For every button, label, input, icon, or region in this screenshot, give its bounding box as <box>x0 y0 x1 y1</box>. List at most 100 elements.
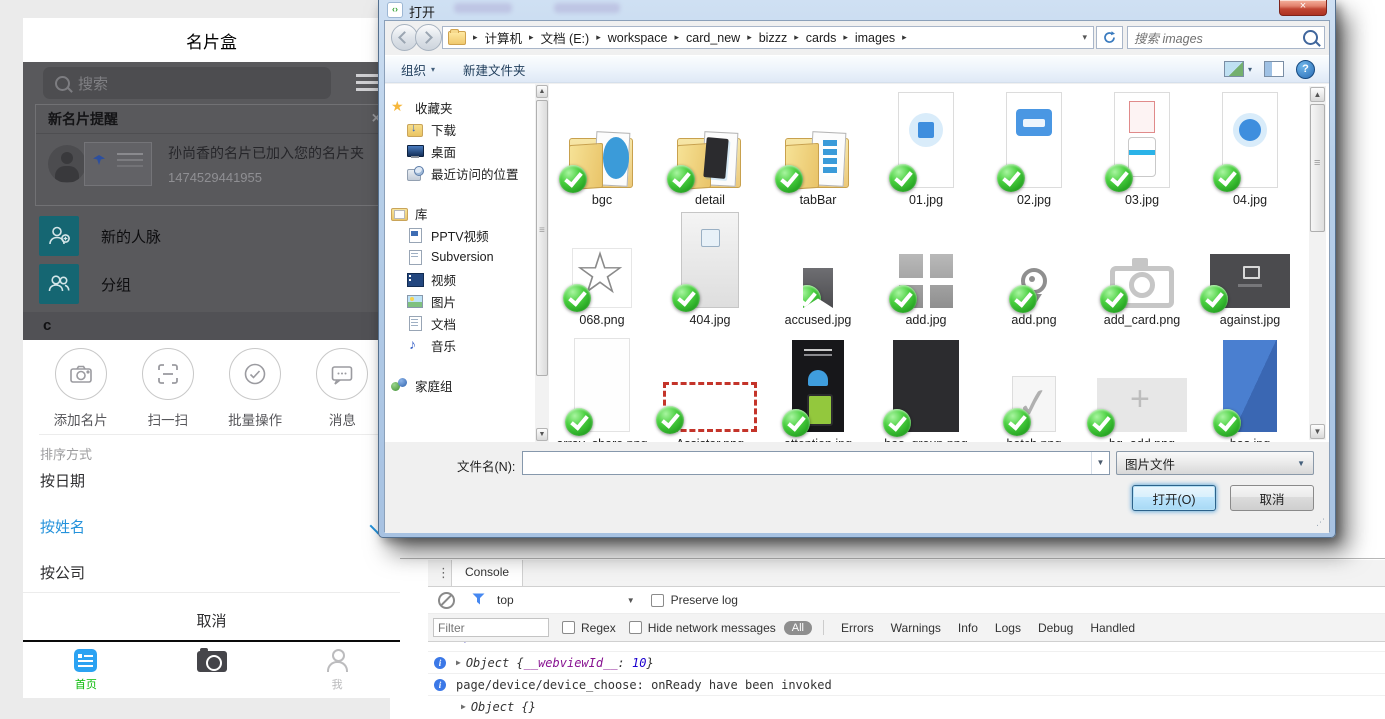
breadcrumb-item[interactable]: bizzz <box>759 31 787 45</box>
tab-camera[interactable] <box>149 642 275 698</box>
console-message-object[interactable]: i ▶ Object {__webviewId__: 10} <box>428 652 1385 674</box>
batch-action[interactable]: 批量操作 <box>217 348 293 429</box>
sidebar-item[interactable]: Subversion <box>391 246 533 268</box>
regex-checkbox[interactable] <box>562 621 575 634</box>
sort-option-date[interactable]: 按日期 <box>40 470 85 491</box>
file-tile[interactable]: accused.jpg <box>768 216 868 327</box>
console-message-onready[interactable]: i page/device/device_choose: onReady hav… <box>428 674 1385 696</box>
notice-body[interactable]: 孙尚香的名片已加入您的名片夹 1474529441955 <box>36 134 393 194</box>
file-tile[interactable]: 404.jpg <box>660 216 760 327</box>
filetype-select[interactable]: 图片文件 ▼ <box>1116 451 1314 475</box>
menu-item-groups[interactable]: 分组 <box>39 262 400 306</box>
breadcrumb-item[interactable]: 文档 (E:) <box>541 28 590 47</box>
execution-context-select[interactable]: top <box>497 593 514 607</box>
file-tile[interactable]: 068.png <box>552 216 652 327</box>
hide-network-checkbox[interactable] <box>629 621 642 634</box>
console-level-info[interactable]: Info <box>958 621 978 635</box>
cancel-button[interactable]: 取消 <box>23 610 400 631</box>
regex-label[interactable]: Regex <box>581 621 616 635</box>
breadcrumb-item[interactable]: 计算机 <box>485 28 523 47</box>
file-tile[interactable]: add.png <box>984 216 1084 327</box>
scroll-down-icon[interactable]: ▼ <box>1310 424 1325 439</box>
filename-input[interactable] <box>525 453 1084 474</box>
file-tile[interactable]: tabBar <box>768 92 868 207</box>
close-button[interactable]: × <box>1279 0 1327 16</box>
console-level-logs[interactable]: Logs <box>995 621 1021 635</box>
dialog-search-box[interactable]: 搜索 images <box>1127 26 1325 49</box>
file-tile[interactable]: bg_add.png <box>1092 340 1192 442</box>
file-tile[interactable]: attention.jpg <box>768 340 868 442</box>
sidebar-item[interactable]: 家庭组 <box>391 374 533 396</box>
help-icon[interactable]: ? <box>1296 60 1315 79</box>
breadcrumb-item[interactable]: card_new <box>686 31 740 45</box>
breadcrumb-dropdown-icon[interactable]: ▾ <box>1082 32 1087 43</box>
file-tile[interactable]: Assistor.png <box>660 340 760 442</box>
file-tile[interactable]: bas.jpg <box>1200 340 1300 442</box>
console-level-handled[interactable]: Handled <box>1090 621 1135 635</box>
sidebar-item[interactable]: 收藏夹 <box>391 96 533 118</box>
messages-action[interactable]: 消息 <box>304 348 380 429</box>
file-tile[interactable]: array_share.png <box>552 340 652 442</box>
breadcrumb-item[interactable]: images <box>855 31 895 45</box>
organize-button[interactable]: 组织 ▾ <box>401 60 435 79</box>
file-tile[interactable]: 01.jpg <box>876 92 976 207</box>
file-tile[interactable]: against.jpg <box>1200 216 1300 327</box>
file-tile[interactable]: bgc <box>552 92 652 207</box>
tab-me[interactable]: 我 <box>274 642 400 698</box>
new-folder-button[interactable]: 新建文件夹 <box>463 60 526 79</box>
sidebar-item[interactable]: 库 <box>391 202 533 224</box>
filter-input[interactable] <box>433 618 549 637</box>
file-tile[interactable]: 02.jpg <box>984 92 1084 207</box>
expand-triangle-icon[interactable]: ▶ <box>461 702 466 711</box>
clear-console-icon[interactable] <box>438 592 455 609</box>
sidebar-scrollbar[interactable]: ▲ ▼ <box>535 84 549 442</box>
forward-button[interactable] <box>415 24 442 51</box>
sidebar-item[interactable]: 视频 <box>391 268 533 290</box>
preserve-log-label[interactable]: Preserve log <box>671 593 738 607</box>
file-tile[interactable]: batch.png <box>984 340 1084 442</box>
console-level-errors[interactable]: Errors <box>841 621 874 635</box>
hide-network-label[interactable]: Hide network messages <box>648 621 776 635</box>
chevron-down-icon[interactable]: ▼ <box>627 596 635 605</box>
file-tile[interactable]: bas_group.png <box>876 340 976 442</box>
sidebar-item[interactable]: 文档 <box>391 312 533 334</box>
file-grid-scrollbar[interactable]: ▲ ▼ <box>1309 86 1326 440</box>
file-tile[interactable]: detail <box>660 92 760 207</box>
scroll-down-icon[interactable]: ▼ <box>536 428 548 441</box>
preview-pane-button[interactable] <box>1264 61 1284 77</box>
tab-console[interactable]: Console <box>451 560 523 586</box>
sidebar-item[interactable]: PPTV视频 <box>391 224 533 246</box>
file-tile[interactable]: 04.jpg <box>1200 92 1300 207</box>
sidebar-item[interactable]: 最近访问的位置 <box>391 162 533 184</box>
combo-dropdown-icon[interactable]: ▼ <box>1091 452 1109 474</box>
search-input[interactable]: 搜索 <box>43 67 331 99</box>
back-button[interactable] <box>391 24 418 51</box>
breadcrumb-item[interactable]: workspace <box>608 31 668 45</box>
open-button[interactable]: 打开(O) <box>1132 485 1216 511</box>
scrollbar-thumb[interactable] <box>1310 104 1325 232</box>
sidebar-item[interactable]: 桌面 <box>391 140 533 162</box>
add-card-action[interactable]: 添加名片 <box>43 348 119 429</box>
sort-option-name[interactable]: 按姓名 <box>40 516 85 537</box>
console-level-all[interactable]: All <box>784 621 812 635</box>
console-message-empty-object[interactable]: ▶ Object {} <box>428 696 1385 717</box>
breadcrumb-bar[interactable]: ▸计算机▸文档 (E:)▸workspace▸card_new▸bizzz▸ca… <box>442 26 1094 49</box>
filter-funnel-icon[interactable] <box>472 593 485 608</box>
cancel-button[interactable]: 取消 <box>1230 485 1314 511</box>
sort-option-company[interactable]: 按公司 <box>40 562 85 583</box>
resize-grip[interactable]: ⋰ <box>1316 520 1326 530</box>
scrollbar-thumb[interactable] <box>536 100 548 376</box>
file-tile[interactable]: add.jpg <box>876 216 976 327</box>
refresh-button[interactable] <box>1096 26 1123 49</box>
tab-home[interactable]: 首页 <box>23 642 149 698</box>
more-menu-icon[interactable]: ⋮ <box>437 565 441 586</box>
console-level-warnings[interactable]: Warnings <box>891 621 941 635</box>
scroll-up-icon[interactable]: ▲ <box>536 85 548 98</box>
sidebar-item[interactable]: 下载 <box>391 118 533 140</box>
expand-triangle-icon[interactable]: ▶ <box>456 658 461 667</box>
console-message-clipped[interactable]: i update view with init data <box>428 642 1385 652</box>
sidebar-item[interactable]: 音乐 <box>391 334 533 356</box>
dialog-titlebar[interactable]: ‹› 打开 × <box>379 0 1335 20</box>
sidebar-item[interactable]: 图片 <box>391 290 533 312</box>
preserve-log-checkbox[interactable] <box>651 594 664 607</box>
